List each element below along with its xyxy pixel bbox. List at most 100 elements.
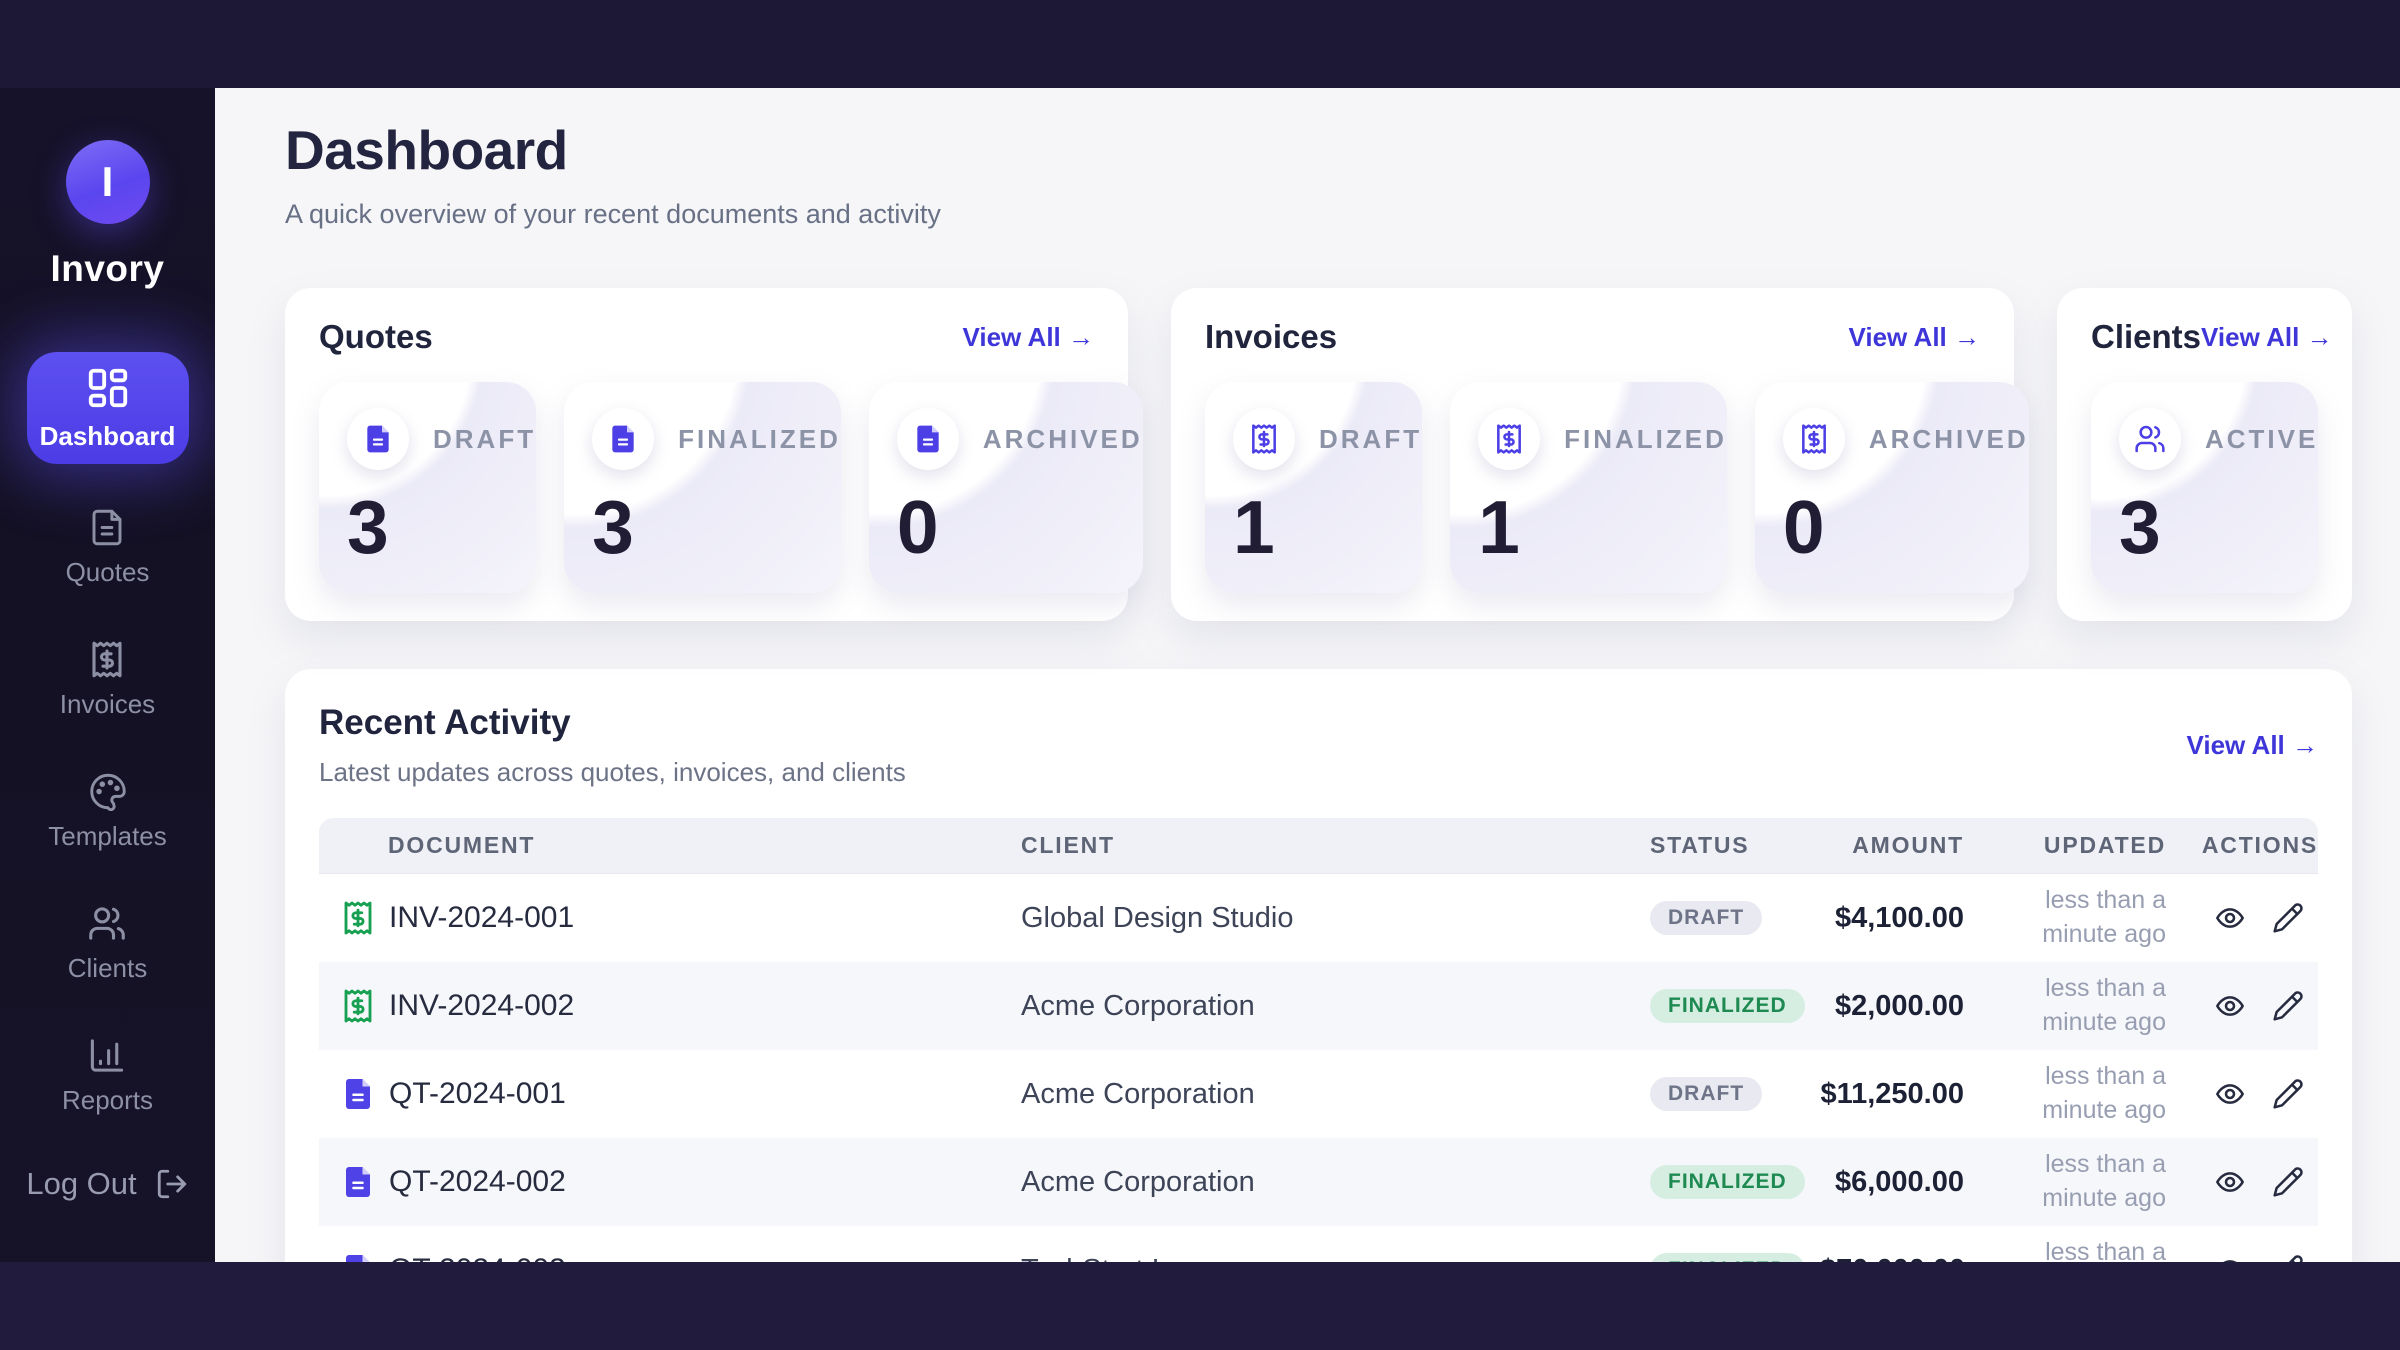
amount: $2,000.00 [1835,990,1964,1022]
quotes-view-all-link[interactable]: View All → [963,322,1095,353]
edit-icon[interactable] [2272,1254,2304,1262]
amount: $6,000.00 [1835,1166,1964,1198]
quotes-card-title: Quotes [319,318,433,356]
page-title: Dashboard [285,118,2352,182]
edit-icon[interactable] [2272,1166,2304,1198]
activity-view-all-link[interactable]: View All → [2187,730,2319,761]
tile-label: ARCHIVED [983,424,1143,455]
tile-label: ARCHIVED [1869,424,2029,455]
tile-label: ACTIVE [2205,424,2318,455]
invoices-archived-tile: ARCHIVED 0 [1755,382,2029,593]
main-content: Dashboard A quick overview of your recen… [215,88,2400,1262]
status-badge: DRAFT [1650,901,1762,935]
view-icon[interactable] [2214,1254,2246,1262]
invoices-finalized-tile: FINALIZED 1 [1450,382,1727,593]
tile-label: DRAFT [433,424,536,455]
clients-view-all-link[interactable]: View All → [2201,322,2333,353]
client-name: TechStart Inc. [1021,1254,1198,1263]
column-header-actions: ACTIONS [2166,832,2318,859]
edit-icon[interactable] [2272,902,2304,934]
document-id: QT-2024-002 [389,1165,566,1199]
column-header-updated: UPDATED [1964,832,2166,859]
column-header-status: STATUS [1650,832,1820,859]
quotes-card: Quotes View All → DRAFT 3 FINA [285,288,1128,621]
amount: $11,250.00 [1820,1078,1964,1110]
activity-table: DOCUMENT CLIENT STATUS AMOUNT UPDATED AC… [319,818,2318,1262]
updated-time: less than a minute ago [1966,1060,2166,1128]
quotes-draft-tile: DRAFT 3 [319,382,536,593]
status-badge: FINALIZED [1650,1165,1805,1199]
amount: $4,100.00 [1835,902,1964,934]
receipt-icon [1233,408,1295,470]
column-header-document: DOCUMENT [319,832,1021,859]
sidebar-item-invoices[interactable]: Invoices [60,640,155,720]
table-row: QT-2024-001 Acme Corporation DRAFT $11,2… [319,1050,2318,1138]
invoices-view-all-link[interactable]: View All → [1849,322,1981,353]
status-badge: FINALIZED [1650,1253,1805,1262]
sidebar-item-templates[interactable]: Templates [48,772,167,852]
updated-time: less than a minute ago [1966,972,2166,1040]
sidebar-item-reports[interactable]: Reports [62,1036,153,1116]
sidebar-item-quotes[interactable]: Quotes [66,508,150,588]
column-header-client: CLIENT [1021,832,1650,859]
table-row: INV-2024-001 Global Design Studio DRAFT … [319,874,2318,962]
file-text-icon [340,1252,376,1262]
log-out-icon [155,1167,189,1201]
view-icon[interactable] [2214,902,2246,934]
column-header-amount: AMOUNT [1820,832,1964,859]
status-badge: DRAFT [1650,1077,1762,1111]
file-text-icon [340,1076,376,1112]
document-id: QT-2024-001 [389,1077,566,1111]
updated-time: less than a minute ago [1966,1148,2166,1216]
receipt-icon [1783,408,1845,470]
tile-value: 3 [2119,490,2318,565]
logout-button[interactable]: Log Out [26,1166,188,1202]
file-text-icon [897,408,959,470]
document-id: INV-2024-001 [389,901,574,935]
quotes-finalized-tile: FINALIZED 3 [564,382,841,593]
tile-value: 1 [1233,490,1422,565]
view-icon[interactable] [2214,1166,2246,1198]
app-logo: I [66,140,150,224]
view-icon[interactable] [2214,1078,2246,1110]
amount: $70,000.00 [1820,1254,1965,1263]
status-badge: FINALIZED [1650,989,1805,1023]
client-name: Global Design Studio [1021,902,1293,934]
app-logo-initial: I [102,158,114,206]
tile-value: 0 [1783,490,2029,565]
receipt-icon [340,900,376,936]
bottom-dark-band [0,1262,2400,1350]
receipt-icon [86,640,128,679]
invoices-card-title: Invoices [1205,318,1337,356]
edit-icon[interactable] [2272,990,2304,1022]
edit-icon[interactable] [2272,1078,2304,1110]
sidebar-item-label: Reports [62,1085,153,1116]
tile-value: 3 [592,490,841,565]
recent-activity-subtitle: Latest updates across quotes, invoices, … [319,757,906,788]
sidebar-item-label: Dashboard [40,421,176,452]
recent-activity-card: Recent Activity Latest updates across qu… [285,669,2352,1262]
file-text-icon [592,408,654,470]
sidebar-item-label: Quotes [66,557,150,588]
sidebar: I Invory Dashboard Quotes Invoices Templ… [0,88,215,1262]
client-name: Acme Corporation [1021,1166,1255,1198]
logout-label: Log Out [26,1166,136,1202]
tile-value: 1 [1478,490,1727,565]
sidebar-item-clients[interactable]: Clients [68,904,147,984]
tile-label: DRAFT [1319,424,1422,455]
invoices-card: Invoices View All → DRAFT 1 FI [1171,288,2014,621]
tile-value: 0 [897,490,1143,565]
receipt-icon [340,988,376,1024]
users-icon [86,904,128,943]
app-name: Invory [50,248,164,290]
table-row: INV-2024-002 Acme Corporation FINALIZED … [319,962,2318,1050]
receipt-icon [1478,408,1540,470]
tile-label: FINALIZED [678,424,841,455]
client-name: Acme Corporation [1021,990,1255,1022]
updated-time: less than a minute ago [1966,1236,2166,1262]
layout-dashboard-icon [85,365,131,411]
sidebar-item-dashboard[interactable]: Dashboard [27,352,189,464]
summary-cards-row: Quotes View All → DRAFT 3 FINA [285,288,2352,621]
view-icon[interactable] [2214,990,2246,1022]
app-window: I Invory Dashboard Quotes Invoices Templ… [0,0,2400,1350]
